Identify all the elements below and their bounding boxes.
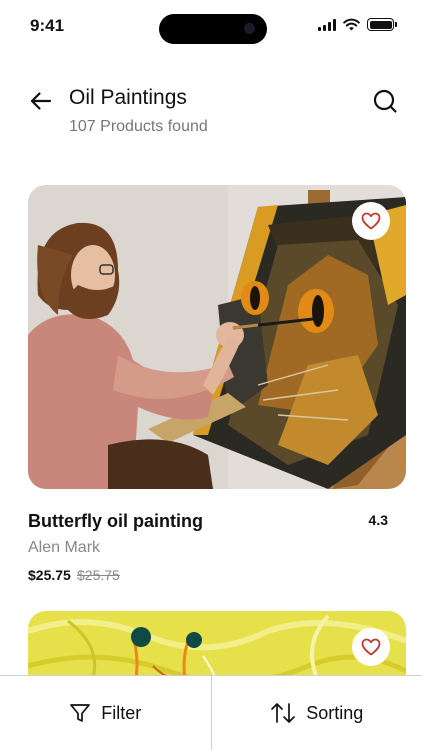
sorting-button[interactable]: Sorting xyxy=(210,676,422,750)
favorite-button[interactable] xyxy=(352,202,390,240)
back-button[interactable] xyxy=(28,88,54,114)
sorting-label: Sorting xyxy=(306,702,364,723)
bottom-action-bar: Filter Sorting xyxy=(0,675,422,750)
product-price: $25.75 xyxy=(28,567,71,583)
status-bar: 9:41 xyxy=(0,0,422,56)
filter-button[interactable]: Filter xyxy=(0,676,211,750)
dynamic-island xyxy=(159,14,267,44)
product-artist: Alen Mark xyxy=(28,539,101,556)
product-image[interactable] xyxy=(28,185,406,489)
search-icon xyxy=(373,89,397,113)
heart-icon xyxy=(361,638,381,656)
cellular-signal-icon xyxy=(318,18,336,31)
page-title: Oil Paintings xyxy=(69,86,187,109)
painting-artist-photo xyxy=(28,185,406,489)
filter-icon xyxy=(70,704,91,722)
search-button[interactable] xyxy=(372,88,398,114)
status-icons xyxy=(318,18,397,31)
heart-icon xyxy=(361,212,381,230)
arrow-left-icon xyxy=(30,92,52,110)
product-name[interactable]: Butterfly oil painting xyxy=(28,511,203,532)
battery-icon xyxy=(367,18,397,31)
product-info: Butterfly oil painting 4.3 Alen Mark $25… xyxy=(28,489,406,589)
product-card[interactable]: Butterfly oil painting 4.3 Alen Mark $25… xyxy=(28,185,406,589)
sort-arrows-icon xyxy=(271,703,296,723)
page-header: Oil Paintings 107 Products found xyxy=(0,80,422,140)
filter-label: Filter xyxy=(101,702,142,723)
status-time: 9:41 xyxy=(30,16,65,35)
products-count: 107 Products found xyxy=(69,118,208,135)
favorite-button[interactable] xyxy=(352,628,390,666)
product-old-price: $25.75 xyxy=(77,567,120,583)
product-rating: 4.3 xyxy=(368,512,388,528)
wifi-icon xyxy=(343,18,360,31)
